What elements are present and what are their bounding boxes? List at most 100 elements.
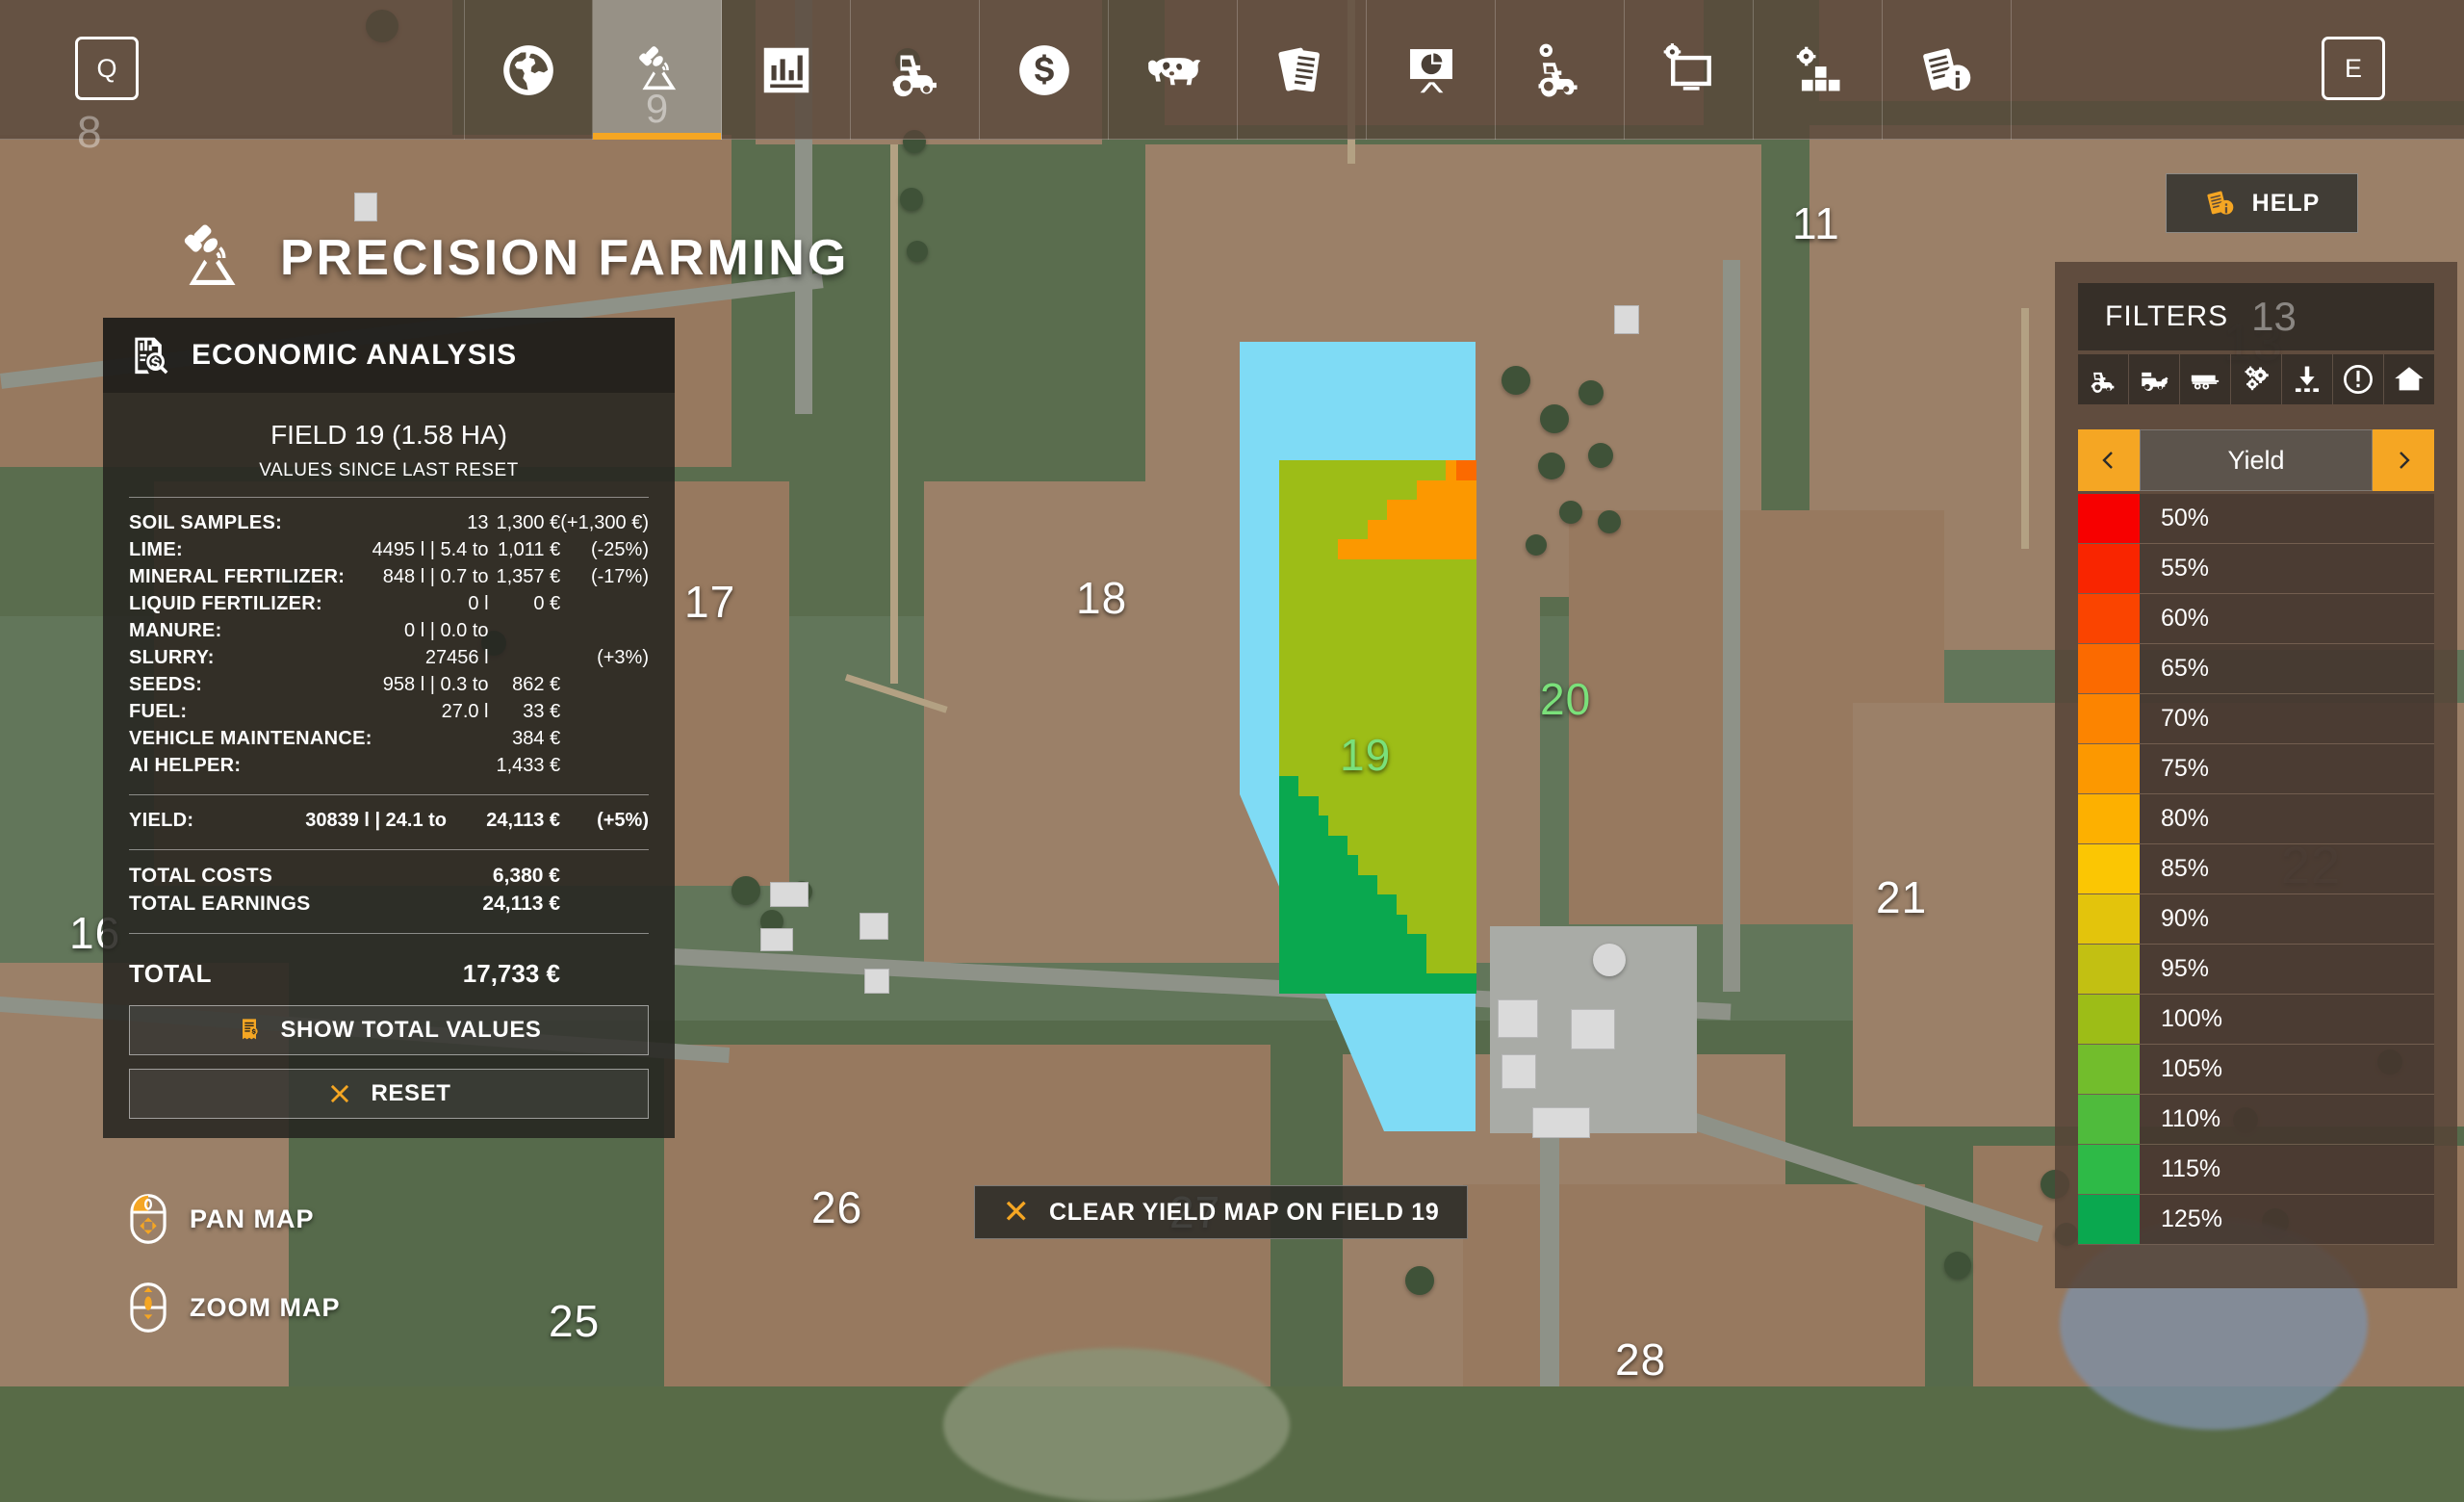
yield-cell	[1387, 796, 1398, 816]
next-overlay-button[interactable]	[2373, 429, 2434, 491]
yield-cell	[1417, 796, 1427, 816]
yield-cell	[1456, 796, 1467, 816]
yield-cell	[1348, 915, 1358, 935]
filter-gears[interactable]	[2231, 354, 2282, 404]
yield-cell	[1298, 697, 1309, 717]
legend-row[interactable]: 85%	[2078, 844, 2434, 894]
yield-cell	[1446, 599, 1456, 619]
yield-cell	[1328, 717, 1339, 738]
yield-cell	[1279, 934, 1290, 954]
yield-cell	[1397, 915, 1407, 935]
tab-statistics[interactable]	[722, 0, 851, 140]
filter-home[interactable]	[2384, 354, 2434, 404]
yield-cell	[1387, 678, 1398, 698]
filter-warning[interactable]	[2333, 354, 2384, 404]
home-icon	[2393, 363, 2426, 396]
help-button[interactable]: HELP	[2166, 173, 2358, 233]
tab-vehicle-settings[interactable]	[1496, 0, 1625, 140]
yield-cell	[1407, 934, 1418, 954]
tab-game-settings[interactable]	[1625, 0, 1754, 140]
legend-row[interactable]: 75%	[2078, 744, 2434, 794]
yield-cell	[1279, 836, 1290, 856]
tab-precision-farming[interactable]: 9	[593, 0, 722, 140]
economic-analysis-panel: ECONOMIC ANALYSIS FIELD 19 (1.58 HA) VAL…	[103, 318, 675, 1138]
yield-cell	[1308, 638, 1319, 659]
cost-euro	[489, 617, 561, 644]
yield-cell	[1446, 934, 1456, 954]
legend-row[interactable]: 125%	[2078, 1195, 2434, 1245]
yield-cell	[1387, 579, 1398, 599]
yield-cell	[1426, 915, 1437, 935]
yield-cell	[1377, 480, 1388, 501]
yield-cell	[1387, 855, 1398, 875]
legend-row[interactable]: 50%	[2078, 494, 2434, 544]
yield-cell	[1368, 855, 1378, 875]
legend-row[interactable]: 80%	[2078, 794, 2434, 844]
close-x-icon: ✕	[1002, 1196, 1030, 1229]
yield-cell	[1407, 539, 1418, 559]
legend-row[interactable]: 65%	[2078, 644, 2434, 694]
yield-cell	[1308, 894, 1319, 915]
legend-row[interactable]: 60%	[2078, 594, 2434, 644]
yield-cell	[1407, 559, 1418, 580]
yield-cell	[1368, 973, 1378, 994]
yield-cell	[1426, 875, 1437, 895]
yield-cell	[1407, 915, 1418, 935]
overlay-type-value[interactable]: Yield	[2140, 429, 2373, 491]
prev-overlay-button[interactable]	[2078, 429, 2140, 491]
yield-cell	[1436, 954, 1447, 974]
reset-button[interactable]: RESET	[129, 1069, 649, 1119]
filter-seeding[interactable]	[2282, 354, 2333, 404]
legend-row[interactable]: 70%	[2078, 694, 2434, 744]
yield-cell	[1407, 894, 1418, 915]
legend-row[interactable]: 110%	[2078, 1095, 2434, 1145]
total-costs-label: TOTAL COSTS	[129, 862, 447, 890]
yield-cell	[1426, 796, 1437, 816]
yield-cell	[1319, 460, 1329, 480]
yield-cell	[1279, 796, 1290, 816]
tab-vehicles[interactable]	[851, 0, 980, 140]
next-page-key[interactable]: E	[2322, 37, 2385, 100]
prev-page-key[interactable]: Q	[75, 37, 139, 100]
clear-yield-map-button[interactable]: ✕ CLEAR YIELD MAP ON FIELD 19	[974, 1185, 1468, 1239]
legend-row[interactable]: 55%	[2078, 544, 2434, 594]
yield-cell	[1377, 520, 1388, 540]
yield-cell	[1308, 954, 1319, 974]
legend-row[interactable]: 100%	[2078, 995, 2434, 1045]
legend-row[interactable]: 95%	[2078, 945, 2434, 995]
cost-trend	[560, 617, 649, 644]
filter-harvester[interactable]	[2129, 354, 2180, 404]
show-total-values-button[interactable]: SHOW TOTAL VALUES	[129, 1005, 649, 1055]
yield-cell	[1397, 796, 1407, 816]
yield-cell	[1279, 520, 1290, 540]
tab-animals[interactable]	[1109, 0, 1238, 140]
legend-swatch	[2078, 1045, 2140, 1094]
filter-tractor[interactable]	[2078, 354, 2129, 404]
tab-finances[interactable]	[980, 0, 1109, 140]
filter-trailer[interactable]	[2180, 354, 2231, 404]
yield-cell	[1298, 737, 1309, 757]
divider	[129, 849, 649, 850]
tab-help[interactable]	[1883, 0, 2012, 140]
legend-label: 100%	[2140, 995, 2434, 1044]
yield-cell	[1289, 717, 1299, 738]
yield-cell	[1289, 776, 1299, 796]
yield-cell	[1446, 757, 1456, 777]
cow-icon	[1143, 40, 1203, 100]
legend-row[interactable]: 105%	[2078, 1045, 2434, 1095]
legend-row[interactable]: 115%	[2078, 1145, 2434, 1195]
legend-row[interactable]: 90%	[2078, 894, 2434, 945]
filters-header[interactable]: FILTERS 13	[2078, 283, 2434, 350]
yield-cell	[1436, 520, 1447, 540]
yield-cell	[1436, 816, 1447, 836]
legend-swatch	[2078, 644, 2140, 693]
yield-cell	[1319, 973, 1329, 994]
yield-cell	[1456, 776, 1467, 796]
tab-general-settings[interactable]	[1754, 0, 1883, 140]
yield-cell	[1397, 460, 1407, 480]
yield-cell	[1348, 460, 1358, 480]
tractor-icon	[886, 40, 945, 100]
tab-contracts[interactable]	[1238, 0, 1367, 140]
tab-production[interactable]	[1367, 0, 1496, 140]
tab-map[interactable]	[464, 0, 593, 140]
